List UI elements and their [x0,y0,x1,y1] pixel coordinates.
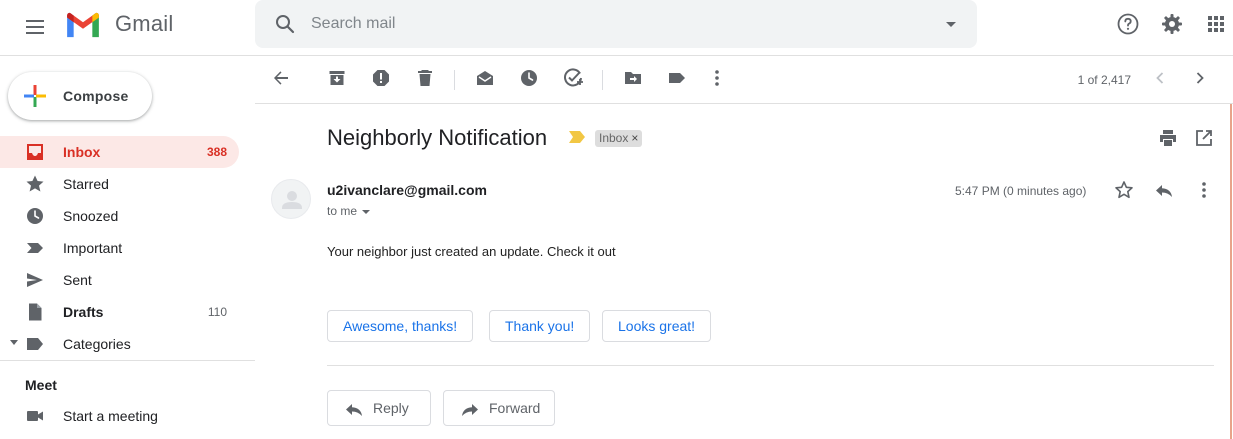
draft-icon [29,303,42,321]
older-icon[interactable] [1190,68,1210,88]
unread-count: 388 [206,145,227,159]
sidebar-item-sent[interactable]: Sent [0,264,239,296]
forward-label: Forward [489,400,541,416]
sidebar-item-start-meeting[interactable]: Start a meeting [0,400,239,432]
pagination-count: 1 of 2,417 [1077,73,1131,87]
divider [327,365,1214,366]
app-name: Gmail [115,11,174,36]
print-icon[interactable] [1158,128,1178,148]
smart-reply-button[interactable]: Awesome, thanks! [327,310,474,342]
sidebar-item-snoozed[interactable]: Snoozed [0,200,239,232]
sidebar-item-label: Sent [63,272,92,288]
settings-icon[interactable] [1160,12,1184,36]
divider [0,360,255,361]
inbox-icon [27,144,43,160]
search-bar[interactable] [255,0,977,48]
report-spam-icon[interactable] [371,68,391,88]
compose-label: Compose [63,88,129,104]
sidebar-item-label: Drafts [63,304,104,320]
forward-button[interactable]: Forward [443,390,555,426]
expand-caret-icon[interactable] [10,340,18,345]
labels-icon[interactable] [667,68,687,88]
importance-marker-icon[interactable] [569,131,585,143]
sidebar-item-label: Snoozed [63,208,119,224]
mark-unread-icon[interactable] [475,68,495,88]
sidebar: Compose Inbox 388 Starred Snoozed Import… [0,56,255,439]
search-options-icon[interactable] [939,12,963,36]
sidebar-item-important[interactable]: Important [0,232,239,264]
add-task-icon[interactable] [563,68,583,88]
reply-button[interactable]: Reply [327,390,431,426]
recipient-text: to me [327,204,358,218]
star-icon[interactable] [1114,180,1134,200]
smart-reply-button[interactable]: Thank you! [489,310,591,342]
divider [454,70,455,90]
person-icon [282,191,302,209]
more-icon[interactable] [707,68,727,88]
draft-count: 110 [207,305,227,319]
avatar[interactable] [271,179,311,219]
side-panel-edge [1230,104,1232,439]
message-timestamp: 5:47 PM (0 minutes ago) [955,184,1087,198]
sidebar-item-label: Starred [63,176,109,192]
dropdown-caret-icon[interactable] [362,209,371,214]
open-in-new-window-icon[interactable] [1194,128,1214,148]
search-icon[interactable] [273,12,297,36]
forward-icon [462,404,478,416]
clock-icon [27,208,43,224]
message-toolbar: 1 of 2,417 [255,56,1233,104]
message-body: Your neighbor just created an update. Ch… [327,244,616,259]
send-icon [27,273,43,287]
delete-icon[interactable] [415,68,435,88]
smart-reply-button[interactable]: Looks great! [602,310,712,342]
sidebar-item-starred[interactable]: Starred [0,168,239,200]
sender-address[interactable]: u2ivanclare@gmail.com [327,182,487,198]
sidebar-item-label: Categories [63,336,131,352]
back-icon[interactable] [271,68,291,88]
sidebar-item-categories[interactable]: Categories [0,328,239,360]
gmail-logo-icon[interactable] [64,11,102,39]
divider [602,70,603,90]
reply-icon[interactable] [1154,180,1174,200]
plus-icon [24,85,46,107]
sidebar-item-inbox[interactable]: Inbox 388 [0,136,239,168]
sidebar-item-label: Inbox [63,144,101,160]
remove-label-icon[interactable]: × [631,131,638,145]
label-chip-text: Inbox [599,131,629,145]
video-icon [27,411,43,421]
archive-icon[interactable] [327,68,347,88]
sidebar-item-label: Start a meeting [63,408,158,424]
search-input[interactable] [311,12,911,36]
star-icon [26,175,44,192]
compose-button[interactable]: Compose [8,72,152,120]
label-icon [27,338,43,350]
newer-icon[interactable] [1150,68,1170,88]
reply-icon [346,404,362,416]
important-icon [27,243,43,253]
recipient-details[interactable]: to me [327,204,371,218]
sidebar-item-label: Important [63,240,123,256]
top-bar: Gmail [0,0,1233,56]
apps-icon[interactable] [1204,12,1228,36]
move-to-icon[interactable] [623,68,643,88]
more-icon[interactable] [1194,180,1214,200]
help-icon[interactable] [1116,12,1140,36]
reply-label: Reply [373,400,409,416]
meet-heading: Meet [25,377,57,393]
email-subject: Neighborly Notification [327,125,548,150]
sidebar-item-drafts[interactable]: Drafts 110 [0,296,239,328]
inbox-label-chip: Inbox × [595,130,643,147]
menu-icon[interactable] [23,16,47,40]
snooze-icon[interactable] [519,68,539,88]
